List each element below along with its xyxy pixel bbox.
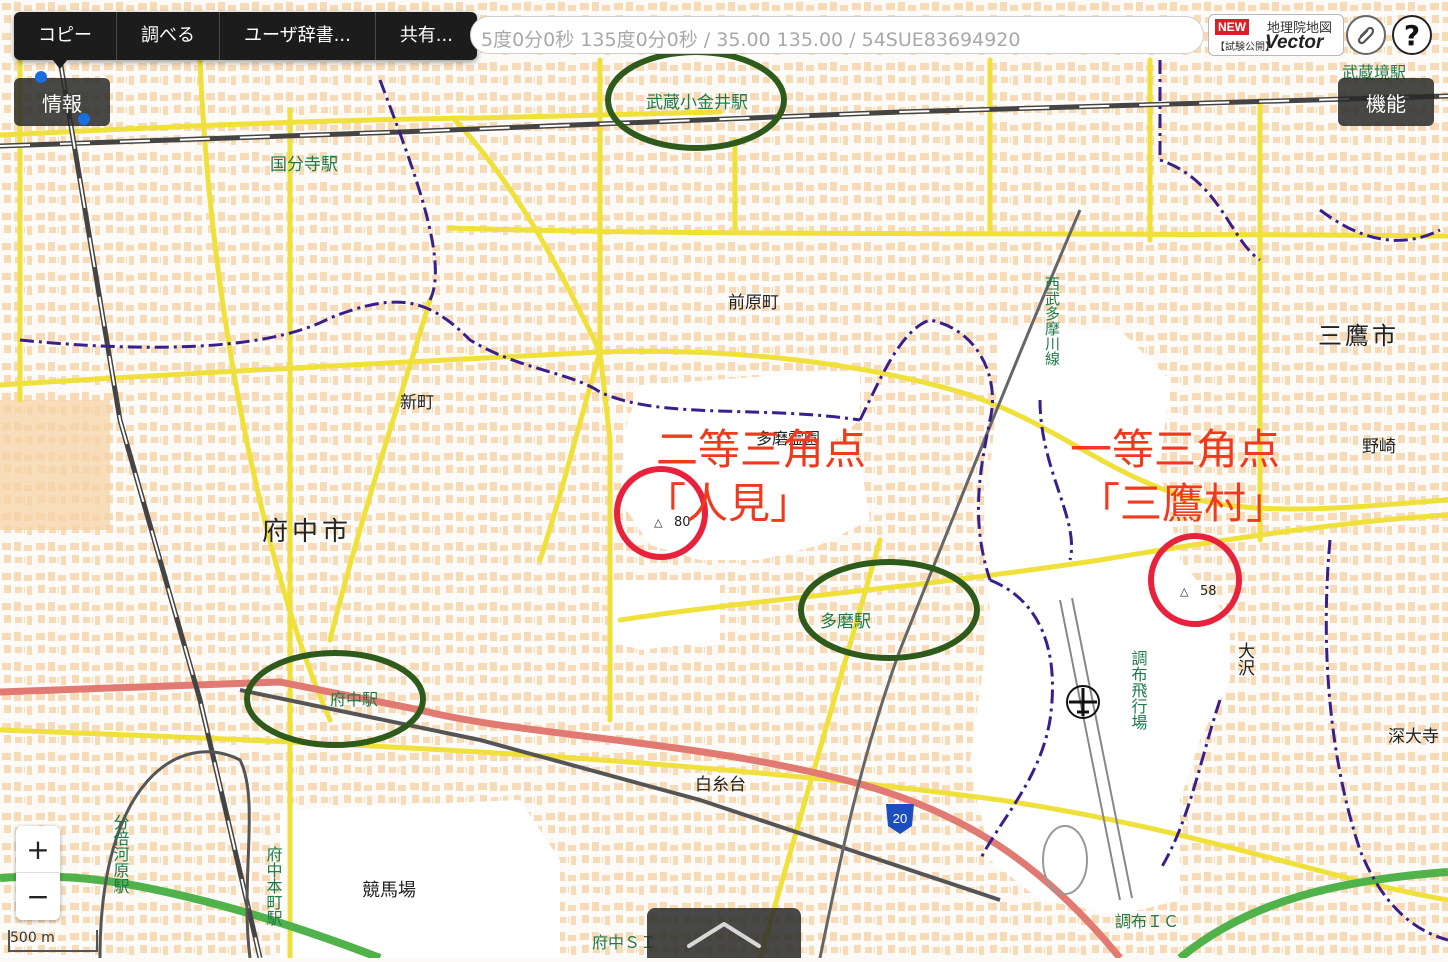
- function-button-label: 機能: [1366, 91, 1406, 116]
- label-bubaigawara-station: 分倍河原駅: [111, 814, 130, 894]
- label-kokubunji-station: 国分寺駅: [270, 155, 338, 175]
- annotation-mitakamura-name: 「三鷹村」: [1078, 479, 1288, 528]
- chevron-up-icon: [687, 922, 761, 948]
- help-button[interactable]: ?: [1392, 15, 1432, 55]
- airport-icon: [1066, 685, 1100, 719]
- menu-item-copy[interactable]: コピー: [14, 12, 117, 60]
- coordinate-text[interactable]: 5度0分0秒 135度0分0秒 / 35.00 135.00 / 54SUE83…: [481, 25, 1020, 52]
- elevation-mitakamura: 58: [1200, 584, 1217, 599]
- label-chofu-airport: 調布飛行場: [1129, 650, 1148, 731]
- annotation-hitomi-type: 二等三角点: [656, 425, 866, 474]
- zoom-control: + −: [16, 826, 60, 920]
- label-fuchu-station: 府中駅: [330, 690, 378, 709]
- topographic-map[interactable]: 20 武蔵小金井駅 国分寺駅 武蔵境駅 前原町 新町 多磨霊園 府中市 三鷹市 …: [0, 0, 1448, 958]
- coordinate-search-bar[interactable]: 5度0分0秒 135度0分0秒 / 35.00 135.00 / 54SUE83…: [470, 16, 1204, 54]
- field-area-left: [0, 400, 110, 530]
- selection-handle-end[interactable]: [78, 113, 90, 125]
- function-button[interactable]: 機能: [1338, 78, 1434, 126]
- paperclip-icon: [1357, 26, 1375, 45]
- label-maehara: 前原町: [728, 293, 779, 313]
- label-seibu-tamagawa-line: 西武多摩川線: [1043, 276, 1061, 366]
- new-badge: NEW: [1215, 19, 1249, 35]
- label-shiraitodai: 白糸台: [695, 775, 746, 795]
- label-keibajo: 競馬場: [362, 880, 416, 901]
- route-20-number: 20: [893, 811, 907, 826]
- label-chofu-ic: 調布ＩＣ: [1115, 912, 1179, 931]
- scale-label: 500 m: [10, 930, 55, 946]
- zoom-in-button[interactable]: +: [16, 826, 60, 873]
- menu-item-share[interactable]: 共有...: [376, 12, 477, 60]
- gsi-vector-badge[interactable]: NEW 地理院地図 【試験公開】 Vector: [1208, 14, 1344, 56]
- zoom-out-button[interactable]: −: [16, 873, 60, 919]
- selection-handle-start[interactable]: [35, 71, 47, 83]
- context-menu: コピー 調べる ユーザ辞書... 共有...: [14, 12, 477, 60]
- help-icon: ?: [1403, 18, 1421, 52]
- clip-button[interactable]: [1346, 15, 1386, 55]
- label-fuchu-city: 府中市: [262, 517, 352, 547]
- info-button[interactable]: 情報: [14, 78, 110, 126]
- label-tama-station: 多磨駅: [820, 612, 871, 632]
- bottom-drawer-handle[interactable]: [647, 908, 801, 958]
- label-musashi-koganei-station: 武蔵小金井駅: [646, 93, 748, 113]
- label-osawa: 大沢: [1234, 642, 1255, 676]
- annotation-hitomi-name: 「人見」: [644, 479, 812, 528]
- label-nozaki: 野崎: [1362, 437, 1396, 457]
- label-fuchu-honmachi-station: 府中本町駅: [264, 846, 283, 926]
- label-fukadaiji: 深大寺: [1388, 727, 1439, 747]
- triangulation-marker-mitakamura: △: [1180, 585, 1189, 598]
- info-button-label: 情報: [42, 91, 82, 116]
- menu-item-user-dictionary[interactable]: ユーザ辞書...: [220, 12, 376, 60]
- menu-item-lookup[interactable]: 調べる: [117, 12, 220, 60]
- context-menu-pointer: [52, 59, 68, 69]
- label-mitaka-city: 三鷹市: [1318, 322, 1399, 350]
- label-shinmachi: 新町: [400, 393, 434, 413]
- annotation-mitakamura-type: 一等三角点: [1070, 425, 1280, 474]
- badge-vector-label: Vector: [1265, 32, 1324, 53]
